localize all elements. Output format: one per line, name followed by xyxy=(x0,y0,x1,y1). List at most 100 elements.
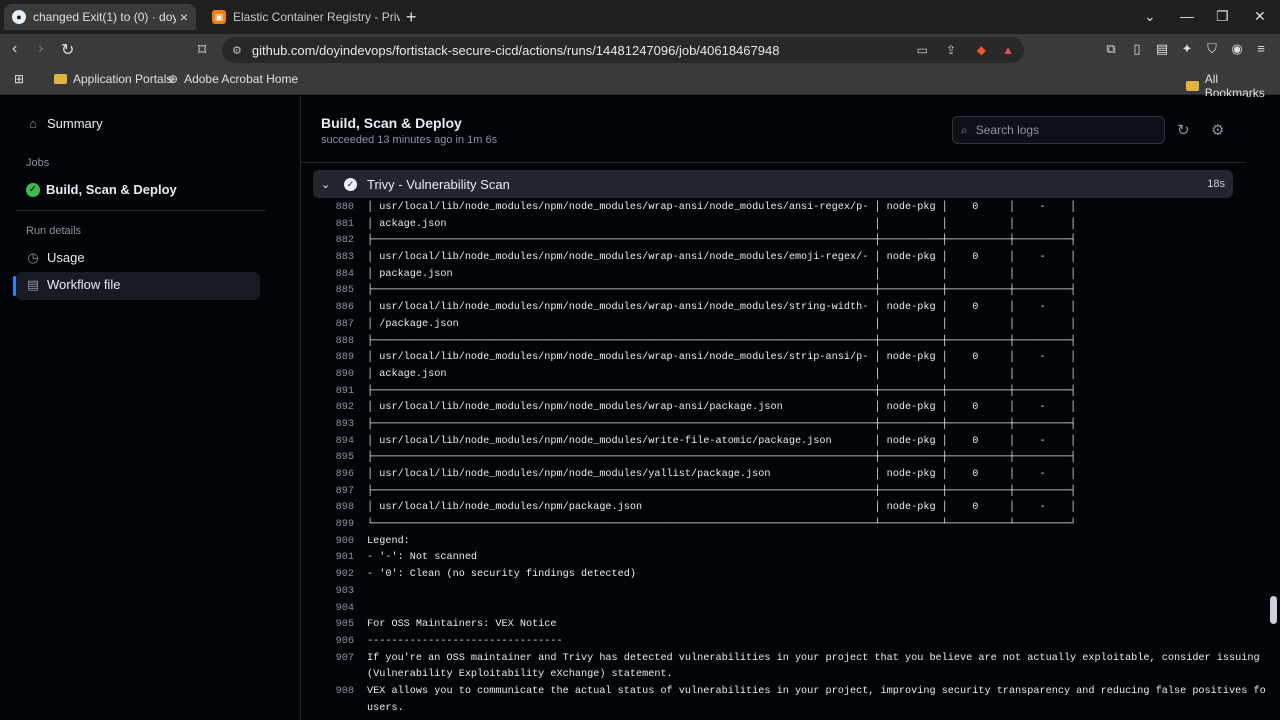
bookmark-application-portals[interactable]: Application Portals xyxy=(54,72,172,86)
bookmark-icon[interactable]: ⌑ xyxy=(198,40,206,60)
maximize-icon[interactable]: ❐ xyxy=(1216,8,1229,25)
cast-icon[interactable]: ▭ xyxy=(917,43,928,57)
line-number[interactable]: 903 xyxy=(301,584,354,601)
line-number[interactable]: 907 xyxy=(301,651,354,668)
job-log-panel: Build, Scan & Deploy succeeded 13 minute… xyxy=(301,96,1280,720)
line-number[interactable]: 887 xyxy=(301,317,354,334)
line-number[interactable]: 892 xyxy=(301,400,354,417)
log-text: ├───────────────────────────────────────… xyxy=(367,235,1077,247)
line-number[interactable]: 906 xyxy=(301,634,354,651)
sidebar-item-label: Summary xyxy=(47,116,103,131)
line-number[interactable]: 890 xyxy=(301,367,354,384)
apps-icon[interactable]: ⊞ xyxy=(14,72,24,86)
line-number[interactable]: 885 xyxy=(301,283,354,300)
log-line: 894 │ usr/local/lib/node_modules/npm/node… xyxy=(301,434,1246,451)
bookmark-label: Application Portals xyxy=(73,72,173,86)
brave-rewards-icon[interactable]: ▲ xyxy=(1002,43,1014,57)
vpn-icon[interactable]: ⛉ xyxy=(1205,42,1219,56)
log-line: 906 -------------------------------- xyxy=(301,634,1246,651)
sidebar-toggle-icon[interactable]: ▯ xyxy=(1130,42,1144,56)
line-number[interactable]: 891 xyxy=(301,384,354,401)
chevron-down-icon[interactable]: ⌄ xyxy=(321,178,335,191)
sidebar-item-usage[interactable]: ◷ Usage xyxy=(26,250,85,265)
search-logs-input[interactable] xyxy=(973,122,1148,138)
menu-icon[interactable]: ≡ xyxy=(1254,42,1268,56)
line-number[interactable]: 897 xyxy=(301,484,354,501)
log-text: If you're an OSS maintainer and Trivy ha… xyxy=(367,652,1280,664)
sidebar-item-summary[interactable]: ⌂ Summary xyxy=(26,116,103,131)
bookmark-label: Adobe Acrobat Home xyxy=(184,72,299,86)
sidebar-item-build-scan-deploy[interactable]: ✓ Build, Scan & Deploy xyxy=(26,182,177,197)
log-text: ├───────────────────────────────────────… xyxy=(367,452,1077,464)
line-number[interactable]: 898 xyxy=(301,500,354,517)
line-number[interactable] xyxy=(301,667,354,684)
step-duration: 18s xyxy=(1207,178,1225,190)
line-number[interactable]: 882 xyxy=(301,233,354,250)
tab-ecr[interactable]: ▣ Elastic Container Registry - Private r… xyxy=(204,4,400,30)
line-number[interactable]: 880 xyxy=(301,200,354,217)
log-text: │ usr/local/lib/node_modules/npm/node_mo… xyxy=(367,302,1077,314)
home-icon: ⌂ xyxy=(29,115,37,131)
step-header-trivy[interactable]: ⌄ ✓ Trivy - Vulnerability Scan 18s xyxy=(313,170,1233,198)
log-text: └───────────────────────────────────────… xyxy=(367,519,1077,531)
line-number[interactable]: 900 xyxy=(301,534,354,551)
gear-icon[interactable]: ⚙ xyxy=(1211,121,1224,139)
line-number[interactable]: 893 xyxy=(301,417,354,434)
url-text: github.com/doyindevops/fortistack-secure… xyxy=(251,42,780,58)
line-number[interactable]: 899 xyxy=(301,517,354,534)
line-number[interactable]: 894 xyxy=(301,434,354,451)
bookmark-adobe-acrobat[interactable]: ⊕ Adobe Acrobat Home xyxy=(168,72,298,86)
line-number[interactable]: 881 xyxy=(301,217,354,234)
site-info-icon[interactable]: ⚙ xyxy=(232,44,242,57)
log-line: 897 ├────────────────────────────────────… xyxy=(301,484,1246,501)
tab-github-job[interactable]: ● changed Exit(1) to (0) · doyind × xyxy=(4,4,196,30)
line-number[interactable]: 883 xyxy=(301,250,354,267)
log-line: 892 │ usr/local/lib/node_modules/npm/node… xyxy=(301,400,1246,417)
log-line: 886 │ usr/local/lib/node_modules/npm/node… xyxy=(301,300,1246,317)
window-close-icon[interactable]: ✕ xyxy=(1254,8,1266,25)
line-number[interactable] xyxy=(301,701,354,718)
log-line: 893 ├────────────────────────────────────… xyxy=(301,417,1246,434)
line-number[interactable]: 886 xyxy=(301,300,354,317)
line-number[interactable]: 904 xyxy=(301,601,354,618)
line-number[interactable]: 905 xyxy=(301,617,354,634)
line-number[interactable]: 884 xyxy=(301,267,354,284)
reload-icon[interactable]: ↻ xyxy=(61,40,74,60)
line-number[interactable]: 888 xyxy=(301,334,354,351)
wallet-icon[interactable]: ▤ xyxy=(1155,42,1169,56)
log-text: For OSS Maintainers: VEX Notice xyxy=(367,619,557,631)
jobs-heading: Jobs xyxy=(26,157,50,169)
back-icon[interactable]: ‹ xyxy=(12,40,17,58)
leo-ai-icon[interactable]: ✦ xyxy=(1180,42,1194,56)
refresh-icon[interactable]: ↻ xyxy=(1177,121,1190,139)
log-text: ├───────────────────────────────────────… xyxy=(367,485,1077,497)
search-logs-box[interactable]: ⌕ xyxy=(952,116,1165,144)
sidebar-item-label: Usage xyxy=(47,250,85,265)
scrollbar-thumb[interactable] xyxy=(1270,596,1277,624)
log-line: 884 │ package.json │ │ │ │ xyxy=(301,267,1246,284)
extensions-icon[interactable]: ⧉ xyxy=(1104,42,1118,56)
log-text: users. xyxy=(367,702,404,714)
line-number[interactable]: 896 xyxy=(301,467,354,484)
divider xyxy=(16,210,266,211)
line-number[interactable]: 902 xyxy=(301,567,354,584)
success-check-icon: ✓ xyxy=(26,182,40,197)
minimize-icon[interactable]: — xyxy=(1180,8,1194,24)
line-number[interactable]: 901 xyxy=(301,550,354,567)
brave-shield-icon[interactable]: ◆ xyxy=(977,43,986,57)
line-number[interactable]: 895 xyxy=(301,450,354,467)
forward-icon[interactable]: › xyxy=(38,40,43,58)
log-text: (Vulnerability Exploitability eXchange) … xyxy=(367,669,673,681)
scrollbar-track[interactable] xyxy=(1266,96,1280,720)
log-line: 907 If you're an OSS maintainer and Trivy… xyxy=(301,651,1280,668)
log-line: 901 - '-': Not scanned xyxy=(301,550,1246,567)
tab-search-icon[interactable]: ⌄ xyxy=(1144,8,1156,25)
close-icon[interactable]: × xyxy=(176,9,192,25)
url-bar[interactable]: ⚙ github.com/doyindevops/fortistack-secu… xyxy=(222,37,1024,63)
line-number[interactable]: 889 xyxy=(301,350,354,367)
new-tab-icon[interactable]: + xyxy=(406,7,417,28)
sidebar-item-workflow-file[interactable]: ▤ Workflow file xyxy=(26,277,121,292)
line-number[interactable]: 908 xyxy=(301,684,354,701)
share-icon[interactable]: ⇪ xyxy=(946,43,956,57)
profile-icon[interactable]: ◉ xyxy=(1230,42,1244,56)
